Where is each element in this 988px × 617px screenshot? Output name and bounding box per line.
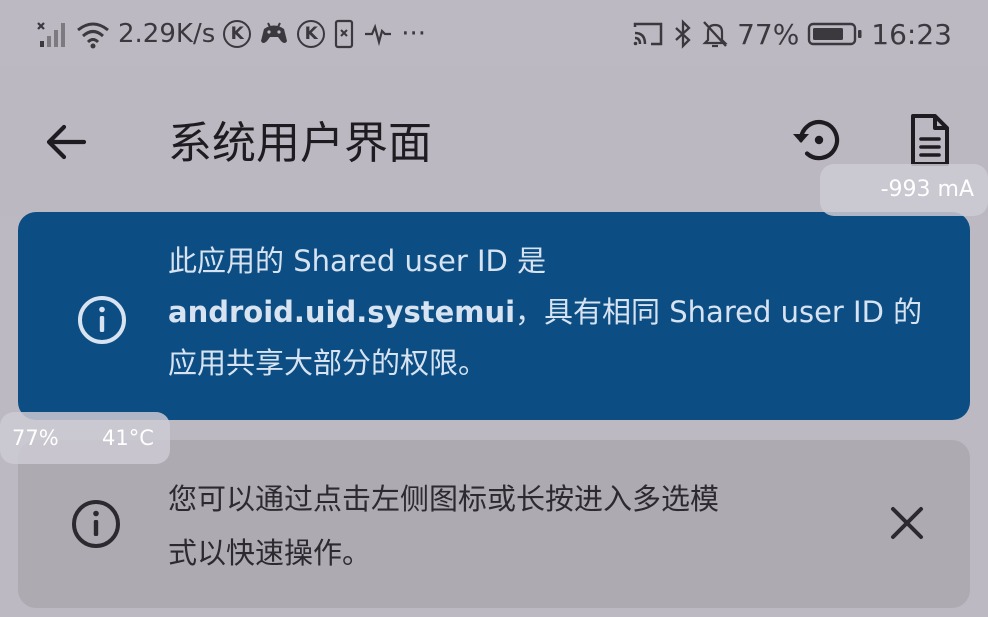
page-title: 系统用户界面 — [168, 118, 432, 169]
more-notifications-icon: ··· — [401, 19, 427, 49]
signal-icon — [36, 19, 68, 49]
info-icon — [74, 292, 130, 348]
info-card-line-2-rest: ，具有相同 Shared user ID 的 — [515, 295, 923, 329]
overlay-battery-percent: 77% — [12, 426, 59, 450]
dismiss-tip-button[interactable] — [880, 498, 934, 552]
bluetooth-icon — [673, 19, 693, 49]
cast-icon — [631, 19, 665, 49]
clock: 16:23 — [871, 17, 952, 51]
pulse-icon — [363, 20, 393, 48]
info-card-line-1: 此应用的 Shared user ID 是 — [168, 244, 547, 278]
status-bar-right: 77% 16:23 — [631, 14, 952, 54]
wifi-icon — [76, 19, 110, 49]
shared-uid-value: android.uid.systemui — [168, 295, 516, 329]
info-card-line-2: android.uid.systemui，具有相同 Shared user ID… — [168, 287, 948, 338]
multi-select-tip-card: 您可以通过点击左侧图标或长按进入多选模 式以快速操作。 — [18, 440, 970, 608]
close-icon — [889, 505, 925, 545]
document-icon — [906, 112, 954, 172]
info-card-text: 此应用的 Shared user ID 是 android.uid.system… — [168, 236, 948, 389]
sim-manager-icon — [333, 19, 355, 49]
notifications-off-icon — [701, 19, 729, 49]
tip-card-line-2: 式以快速操作。 — [168, 536, 372, 570]
k-notification-icon-2: K — [297, 20, 326, 48]
info-card-line-3: 应用共享大部分的权限。 — [168, 346, 488, 380]
tip-card-text: 您可以通过点击左侧图标或长按进入多选模 式以快速操作。 — [168, 472, 828, 580]
arrow-left-icon — [44, 122, 88, 166]
back-button[interactable] — [36, 114, 96, 174]
restore-icon — [790, 112, 846, 172]
overlay-temperature: 41°C — [102, 426, 154, 450]
battery-temperature-overlay: 77% 41°C — [0, 412, 170, 464]
battery-percent: 77% — [737, 17, 800, 51]
tip-card-line-1: 您可以通过点击左侧图标或长按进入多选模 — [168, 482, 720, 516]
battery-icon — [807, 21, 863, 47]
status-bar-left: 2.29K/s K K ··· — [36, 14, 426, 54]
info-icon — [68, 496, 124, 552]
game-controller-icon — [259, 20, 289, 48]
current-overlay: -993 mA — [820, 164, 988, 216]
network-speed: 2.29K/s — [118, 19, 216, 49]
status-bar: 2.29K/s K K ··· 77% 16:23 — [0, 0, 988, 66]
shared-user-id-info-card: 此应用的 Shared user ID 是 android.uid.system… — [18, 212, 970, 420]
k-notification-icon: K — [223, 20, 252, 48]
